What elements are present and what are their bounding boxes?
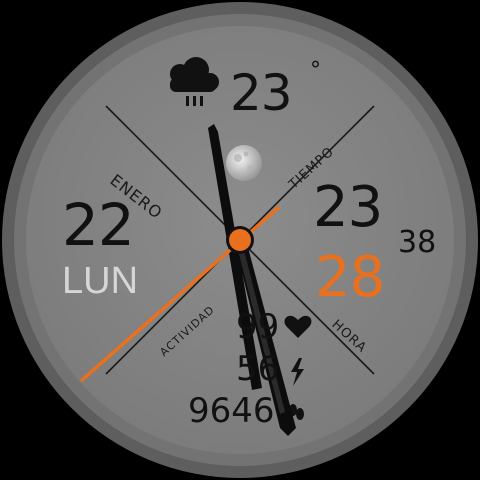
temperature-value: 23 <box>230 64 293 122</box>
heart-rate-value: 99 <box>236 307 280 347</box>
minute-value: 28 <box>315 245 385 310</box>
day-number: 22 <box>62 191 135 259</box>
seconds-value: 38 <box>398 225 437 260</box>
moon-icon <box>226 145 262 181</box>
watch-face: 23 ° 22 LUN 23 38 28 ENERO TIEMPO ACTIVI… <box>0 0 480 480</box>
steps-value: 9646 <box>188 391 275 431</box>
hand-hub <box>229 229 251 251</box>
battery-value: 56 <box>236 349 280 389</box>
temperature-unit: ° <box>310 58 321 83</box>
weekday-label: LUN <box>62 260 139 302</box>
hour-value: 23 <box>313 175 383 240</box>
